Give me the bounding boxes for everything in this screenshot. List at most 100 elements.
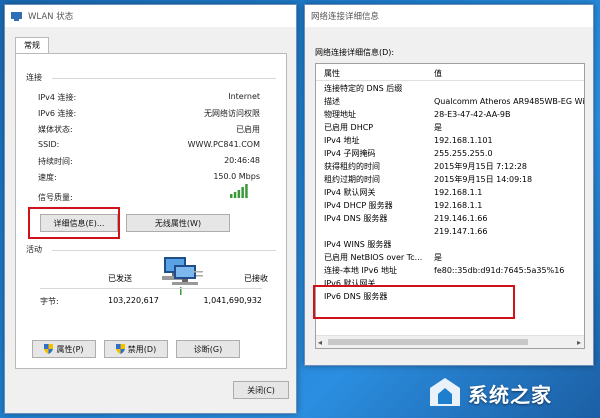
list-item-property: 获得租约的时间 <box>324 162 380 171</box>
list-item[interactable]: 已启用 NetBIOS over Tc... 是 <box>316 251 584 264</box>
uac-shield-icon <box>44 344 54 354</box>
list-item[interactable]: 连接特定的 DNS 后缀 <box>316 82 584 95</box>
list-item-property: 已启用 DHCP <box>324 123 374 132</box>
list-item[interactable]: 描述 Qualcomm Atheros AR9485WB-EG Wire <box>316 95 584 108</box>
diagnose-button-label: 诊断(G) <box>193 344 223 354</box>
bytes-label: 字节: <box>40 297 59 306</box>
speed-value: 150.0 Mbps <box>213 172 260 181</box>
list-item-property: IPv4 DNS 服务器 <box>324 214 388 223</box>
list-item-value: 219.146.1.66 <box>434 214 488 223</box>
properties-button-label: 属性(P) <box>56 344 84 354</box>
list-header: 属性 值 <box>316 64 584 81</box>
column-header-property[interactable]: 属性 <box>324 68 340 79</box>
sent-label: 已发送 <box>108 274 132 283</box>
network-details-window: 网络连接详细信息 网络连接详细信息(D): 属性 值 连接特定的 DNS 后缀描… <box>304 4 594 366</box>
wlan-title: WLAN 状态 <box>28 12 74 22</box>
list-item-property: IPv4 地址 <box>324 136 360 145</box>
bytes-sent-value: 103,220,617 <box>108 296 159 305</box>
list-item[interactable]: 物理地址 28-E3-47-42-AA-9B <box>316 108 584 121</box>
wireless-properties-label: 无线属性(W) <box>154 218 202 228</box>
list-item[interactable]: IPv4 DNS 服务器 219.146.1.66 <box>316 212 584 225</box>
details-title: 网络连接详细信息 <box>311 12 380 22</box>
disable-button[interactable]: 禁用(D) <box>104 340 168 358</box>
list-item-property: 租约过期的时间 <box>324 175 380 184</box>
list-item-value: 28-E3-47-42-AA-9B <box>434 110 511 119</box>
watermark-text: 系统之家 <box>468 382 552 407</box>
list-item[interactable]: IPv4 WINS 服务器 <box>316 238 584 251</box>
signal-strength-icon <box>230 184 248 200</box>
horizontal-scrollbar[interactable]: ◂ ▸ <box>316 335 584 348</box>
list-item-property: 物理地址 <box>324 110 356 119</box>
column-header-value[interactable]: 值 <box>434 68 442 79</box>
list-item[interactable]: IPv4 默认网关 192.168.1.1 <box>316 186 584 199</box>
highlight-box <box>28 207 120 239</box>
connection-group-title: 连接 <box>26 73 42 82</box>
list-item-property: 已启用 NetBIOS over Tc... <box>324 253 423 262</box>
site-logo-icon <box>428 376 462 410</box>
list-item[interactable]: IPv4 地址 192.168.1.101 <box>316 134 584 147</box>
network-icon <box>11 11 22 21</box>
duration-label: 持续时间: <box>38 157 73 166</box>
list-item-value: 192.168.1.1 <box>434 201 483 210</box>
list-item-value: 是 <box>434 253 442 262</box>
list-item[interactable]: IPv4 子网掩码 255.255.255.0 <box>316 147 584 160</box>
scroll-right-icon[interactable]: ▸ <box>577 338 581 347</box>
list-item-property: IPv4 子网掩码 <box>324 149 376 158</box>
general-panel: 连接 IPv4 连接: Internet IPv6 连接: 无网络访问权限 媒体… <box>15 53 287 369</box>
divider <box>52 78 276 79</box>
list-item-value: 192.168.1.1 <box>434 188 483 197</box>
list-item-value: 是 <box>434 123 442 132</box>
list-item[interactable]: 已启用 DHCP 是 <box>316 121 584 134</box>
list-item-property: IPv4 默认网关 <box>324 188 376 197</box>
divider <box>52 250 276 251</box>
activity-group-title: 活动 <box>26 245 42 254</box>
list-item-value: 219.147.1.66 <box>434 227 488 236</box>
received-label: 已接收 <box>244 274 268 283</box>
list-item-property: 描述 <box>324 97 340 106</box>
disable-button-label: 禁用(D) <box>127 344 157 354</box>
ssid-value: WWW.PC841.COM <box>187 140 260 149</box>
divider <box>40 288 262 289</box>
ipv4-connection-label: IPv4 连接: <box>38 93 77 102</box>
speed-label: 速度: <box>38 173 57 182</box>
ssid-label: SSID: <box>38 140 60 149</box>
signal-quality-label: 信号质量: <box>38 193 73 202</box>
uac-shield-icon <box>115 344 125 354</box>
details-subtitle: 网络连接详细信息(D): <box>315 48 395 57</box>
list-item-value: Qualcomm Atheros AR9485WB-EG Wire <box>434 97 585 106</box>
list-item-property: IPv4 WINS 服务器 <box>324 240 392 249</box>
media-state-value: 已启用 <box>236 125 260 134</box>
bytes-received-value: 1,041,690,932 <box>203 296 262 305</box>
tab-general[interactable]: 常规 <box>15 37 49 53</box>
list-item[interactable]: IPv4 DHCP 服务器 192.168.1.1 <box>316 199 584 212</box>
list-item-value: fe80::35db:d91d:7645:5a35%16 <box>434 266 565 275</box>
close-button[interactable]: 关闭(C) <box>233 381 289 399</box>
list-item[interactable]: 获得租约的时间 2015年9月15日 7:12:28 <box>316 160 584 173</box>
list-item-value: 2015年9月15日 14:09:18 <box>434 175 533 184</box>
list-item-property: 连接特定的 DNS 后缀 <box>324 84 403 93</box>
ipv6-connection-value: 无网络访问权限 <box>204 109 260 118</box>
properties-button[interactable]: 属性(P) <box>32 340 96 358</box>
wlan-title-bar[interactable]: WLAN 状态 <box>5 5 296 27</box>
list-item-property: 连接-本地 IPv6 地址 <box>324 266 397 275</box>
list-item-value: 255.255.255.0 <box>434 149 493 158</box>
ipv4-connection-value: Internet <box>228 92 260 101</box>
close-button-label: 关闭(C) <box>247 385 275 395</box>
scrollbar-thumb[interactable] <box>328 339 528 345</box>
list-item-property: IPv4 DHCP 服务器 <box>324 201 393 210</box>
ipv6-connection-label: IPv6 连接: <box>38 109 77 118</box>
list-item[interactable]: 连接-本地 IPv6 地址 fe80::35db:d91d:7645:5a35%1… <box>316 264 584 277</box>
details-title-bar[interactable]: 网络连接详细信息 <box>305 5 593 27</box>
dns-highlight-box <box>313 285 515 319</box>
wlan-status-window: WLAN 状态 常规 连接 IPv4 连接: Internet IPv6 连接:… <box>4 4 297 414</box>
media-state-label: 媒体状态: <box>38 125 73 134</box>
list-item[interactable]: 租约过期的时间 2015年9月15日 14:09:18 <box>316 173 584 186</box>
list-item-value: 192.168.1.101 <box>434 136 493 145</box>
list-item-value: 2015年9月15日 7:12:28 <box>434 162 528 171</box>
computers-activity-icon <box>160 255 204 297</box>
scroll-left-icon[interactable]: ◂ <box>318 338 322 347</box>
wireless-properties-button[interactable]: 无线属性(W) <box>126 214 230 232</box>
site-watermark: 系统之家 <box>428 370 598 416</box>
diagnose-button[interactable]: 诊断(G) <box>176 340 240 358</box>
list-item[interactable]: 219.147.1.66 <box>316 225 584 238</box>
